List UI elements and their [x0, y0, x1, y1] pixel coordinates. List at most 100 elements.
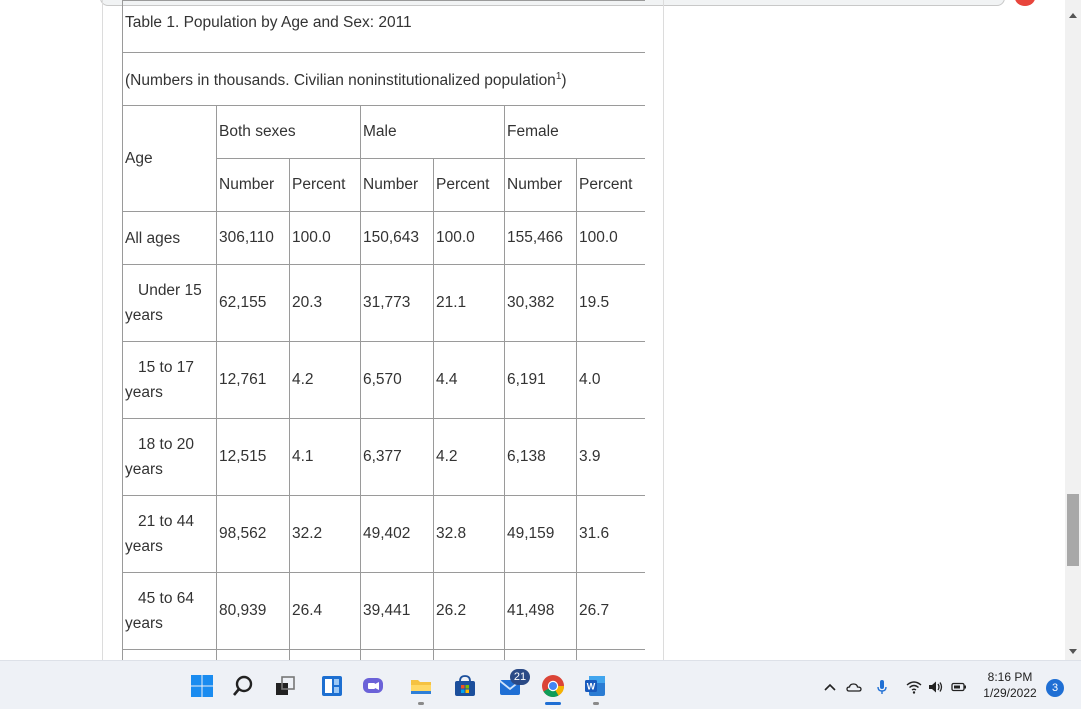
subheader-percent: Percent [575, 158, 645, 212]
subheader-percent: Percent [433, 158, 505, 212]
age-label: 18 to 20 [138, 436, 195, 453]
chevron-up-icon[interactable] [822, 679, 838, 695]
percent-cell: 26.7 [575, 572, 645, 650]
percent-cell: 26.4 [289, 572, 361, 650]
number-cell: 62,155 [216, 264, 290, 342]
age-cell: Under 15 years [122, 264, 217, 342]
age-label: 15 to 17 [138, 359, 195, 376]
table-row: 45 to 64 years 80,939 26.4 39,441 26.2 41,498 2… [122, 572, 645, 650]
age-cell: All ages [122, 211, 217, 265]
percent-cell: 31.6 [575, 495, 645, 573]
group-header-male: Male [360, 105, 505, 159]
empty-cell [289, 649, 361, 660]
percent-cell: 20.3 [289, 264, 361, 342]
chat-icon[interactable] [361, 674, 385, 698]
empty-cell [433, 649, 505, 660]
number-cell: 80,939 [216, 572, 290, 650]
scroll-up-arrow-icon[interactable] [1069, 13, 1077, 18]
profile-avatar[interactable] [1015, 0, 1035, 6]
table-caption: Table 1. Population by Age and Sex: 2011 [122, 0, 645, 53]
clock-date: 1/29/2022 [983, 686, 1037, 700]
running-indicator [593, 702, 599, 705]
volume-icon[interactable] [928, 679, 944, 695]
file-explorer-icon[interactable] [409, 674, 433, 698]
number-cell: 6,377 [360, 418, 434, 496]
windows-start-icon[interactable] [190, 674, 214, 698]
number-cell: 306,110 [216, 211, 290, 265]
percent-cell: 32.2 [289, 495, 361, 573]
chrome-icon[interactable] [541, 674, 565, 698]
age-label: 21 to 44 [138, 513, 195, 530]
empty-cell [216, 649, 290, 660]
number-cell: 155,466 [504, 211, 577, 265]
percent-cell: 26.2 [433, 572, 505, 650]
word-icon[interactable]: W [583, 674, 607, 698]
age-label: Under 15 [138, 282, 202, 299]
age-cell: 15 to 17 years [122, 341, 217, 419]
vertical-scrollbar[interactable] [1065, 0, 1081, 660]
percent-cell: 100.0 [289, 211, 361, 265]
number-cell: 12,515 [216, 418, 290, 496]
number-cell: 30,382 [504, 264, 577, 342]
age-label: All ages [125, 229, 181, 247]
scroll-down-arrow-icon[interactable] [1069, 649, 1077, 654]
subheader-number: Number [360, 158, 434, 212]
group-header-both: Both sexes [216, 105, 361, 159]
population-table: Table 1. Population by Age and Sex: 2011… [122, 0, 645, 660]
battery-icon[interactable] [951, 679, 967, 695]
search-icon[interactable] [231, 674, 255, 698]
running-indicator [418, 702, 424, 705]
windows-taskbar: 21 W 8:16 PM 1/29/2022 3 [0, 660, 1081, 709]
scrollbar-thumb[interactable] [1067, 494, 1079, 566]
table-note-text: (Numbers in thousands. Civilian noninsti… [125, 72, 556, 90]
percent-cell: 3.9 [575, 418, 645, 496]
system-clock[interactable]: 8:16 PM 1/29/2022 [975, 669, 1045, 701]
empty-cell [504, 649, 577, 660]
number-cell: 150,643 [360, 211, 434, 265]
number-cell: 6,191 [504, 341, 577, 419]
age-header: Age [122, 105, 217, 212]
notification-count-badge[interactable]: 3 [1046, 679, 1064, 697]
number-cell: 41,498 [504, 572, 577, 650]
percent-cell: 100.0 [575, 211, 645, 265]
number-cell: 49,402 [360, 495, 434, 573]
percent-cell: 4.2 [433, 418, 505, 496]
age-label-suffix: years [125, 384, 163, 401]
subheader-number: Number [216, 158, 290, 212]
number-cell: 39,441 [360, 572, 434, 650]
number-cell: 12,761 [216, 341, 290, 419]
table-row: All ages 306,110 100.0 150,643 100.0 155,466 1… [122, 211, 645, 265]
group-header-female: Female [503, 105, 645, 159]
age-label: 45 to 64 [138, 590, 195, 607]
age-cell: 18 to 20 years [122, 418, 217, 496]
clock-time: 8:16 PM [987, 670, 1033, 684]
age-label-suffix: years [125, 307, 163, 324]
subheader-number: Number [504, 158, 577, 212]
onedrive-icon[interactable] [846, 679, 862, 695]
percent-cell: 21.1 [433, 264, 505, 342]
table-note-close: ) [561, 72, 567, 90]
number-cell: 6,138 [504, 418, 577, 496]
table-row: 15 to 17 years 12,761 4.2 6,570 4.4 6,191 4.0 [122, 341, 645, 419]
svg-text:W: W [587, 682, 596, 692]
age-label-suffix: years [125, 615, 163, 632]
table-row: 18 to 20 years 12,515 4.1 6,377 4.2 6,138 3.9 [122, 418, 645, 496]
age-cell: 21 to 44 years [122, 495, 217, 573]
widgets-icon[interactable] [320, 674, 344, 698]
table-row: 21 to 44 years 98,562 32.2 49,402 32.8 49,159 3… [122, 495, 645, 573]
table-note: (Numbers in thousands. Civilian noninsti… [122, 52, 645, 106]
percent-cell: 4.1 [289, 418, 361, 496]
table-row-partial [122, 649, 645, 660]
active-app-indicator [545, 702, 561, 705]
microphone-icon[interactable] [874, 679, 890, 695]
number-cell: 6,570 [360, 341, 434, 419]
percent-cell: 4.2 [289, 341, 361, 419]
wifi-icon[interactable] [906, 679, 922, 695]
table-row: Under 15 years 62,155 20.3 31,773 21.1 30,382 1… [122, 264, 645, 342]
percent-cell: 100.0 [433, 211, 505, 265]
task-view-icon[interactable] [273, 674, 297, 698]
age-cell: 45 to 64 years [122, 572, 217, 650]
empty-cell [122, 649, 217, 660]
microsoft-store-icon[interactable] [453, 674, 477, 698]
number-cell: 31,773 [360, 264, 434, 342]
